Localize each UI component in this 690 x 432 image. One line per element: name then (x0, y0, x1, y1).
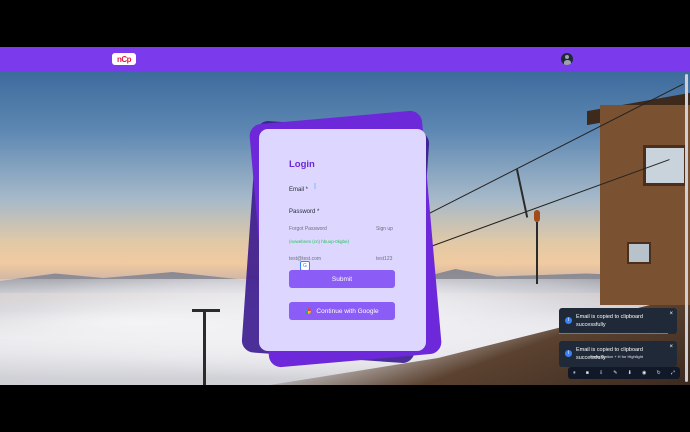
signup-link[interactable]: Sign up (376, 226, 393, 232)
toast-progress (559, 333, 668, 334)
chalet-door-window (627, 242, 651, 264)
email-field[interactable]: Email * (289, 187, 308, 193)
brand-logo[interactable]: nCp (112, 53, 136, 65)
lift-pylon-arm (192, 309, 220, 312)
lift-pylon (203, 310, 206, 385)
forgot-password-link[interactable]: Forgot Password (289, 226, 327, 232)
top-navigation-bar: nCp (0, 47, 690, 72)
pen-icon[interactable]: ✎ (613, 370, 617, 376)
save-icon[interactable]: ⬇ (628, 370, 632, 376)
submit-button[interactable]: Submit (289, 270, 395, 288)
google-signin-button[interactable]: Continue with Google (289, 302, 395, 320)
recorder-hint: Press Option + H for Highlight (590, 354, 644, 359)
toast-close-icon[interactable]: × (669, 311, 673, 317)
password-hint[interactable]: test123 (376, 256, 392, 262)
pause-icon[interactable]: ⏸ (573, 370, 576, 376)
stop-icon[interactable]: ■ (586, 370, 589, 376)
google-label: Continue with Google (316, 307, 379, 315)
info-icon: i (565, 350, 572, 357)
login-title: Login (289, 159, 315, 170)
password-field[interactable]: Password * (289, 209, 319, 215)
screen-recorder-toolbar: ⏸ ■ ⇩ ✎ ⬇ ◉ ↻ ⤢ (568, 367, 680, 379)
login-card: Login Email * Password * Forgot Password… (259, 129, 426, 351)
page-scrollbar[interactable] (685, 74, 688, 382)
chalet-building (600, 105, 690, 305)
lift-chair-bar (536, 222, 538, 284)
logo-text: nCp (116, 54, 132, 64)
lift-chair (534, 210, 540, 222)
toast-notification: i Email is copied to clipboard successfu… (559, 308, 677, 334)
toast-close-icon[interactable]: × (669, 344, 673, 350)
user-avatar-icon[interactable] (561, 53, 573, 65)
toast-message: Email is copied to clipboard successfull… (576, 314, 643, 328)
hash-text: (nowebnes (cn) hbuup-0kgbe) (289, 239, 350, 244)
info-icon: i (565, 317, 572, 324)
camera-icon[interactable]: ◉ (642, 370, 646, 376)
text-cursor (314, 183, 316, 189)
restart-icon[interactable]: ↻ (657, 370, 661, 376)
expand-icon[interactable]: ⤢ (671, 370, 675, 376)
google-icon (305, 308, 312, 314)
download-icon[interactable]: ⇩ (599, 370, 603, 376)
submit-label: Submit (331, 275, 353, 283)
